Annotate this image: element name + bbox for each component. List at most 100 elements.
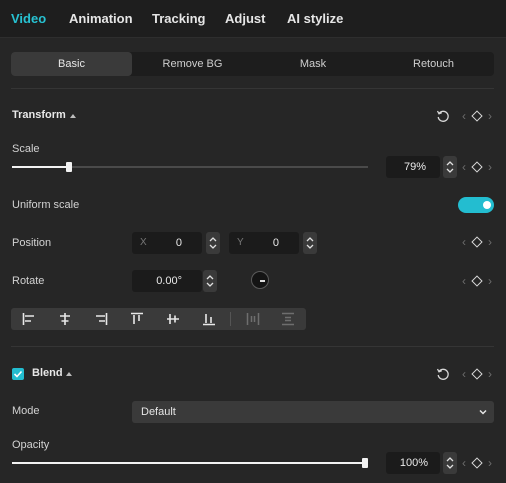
keyframe-icon[interactable] [471,275,483,287]
align-center-v-icon [167,314,179,324]
rotate-field[interactable]: 0.00° [132,270,202,292]
check-icon [13,370,23,378]
align-center-v-button[interactable] [155,308,191,330]
subtab-basic[interactable]: Basic [11,52,132,76]
mode-select[interactable]: Default [132,401,494,423]
tab-animation[interactable]: Animation [69,11,133,26]
distribute-h-button[interactable] [235,308,271,330]
position-x-field[interactable]: X 0 [132,232,202,254]
stepper-down-icon[interactable] [446,168,454,173]
y-axis-label: Y [237,237,244,248]
keyframe-control[interactable]: ‹ › [462,110,494,122]
dial-needle [260,280,265,282]
scale-slider-fill [12,166,69,168]
keyframe-control[interactable]: ‹ › [462,275,494,287]
keyframe-control[interactable]: ‹ › [462,236,494,248]
stepper-up-icon[interactable] [209,237,217,242]
keyframe-icon[interactable] [471,457,483,469]
subtab-remove-bg[interactable]: Remove BG [132,52,253,76]
stepper-down-icon[interactable] [206,282,214,287]
distribute-v-icon [282,312,294,326]
rotate-dial[interactable] [251,271,269,289]
reset-icon[interactable] [436,109,450,123]
reset-icon[interactable] [436,367,450,381]
toggle-knob [483,201,491,209]
stepper-down-icon[interactable] [446,464,454,469]
stepper-down-icon[interactable] [306,244,314,249]
mode-value: Default [141,406,176,418]
chevron-down-icon [479,409,487,415]
tab-video[interactable]: Video [11,11,46,26]
chevron-right-icon[interactable]: › [488,110,492,122]
align-right-icon [96,313,108,325]
chevron-left-icon[interactable]: ‹ [462,161,466,173]
opacity-stepper[interactable] [443,452,457,474]
keyframe-control[interactable]: ‹ › [462,161,494,173]
stepper-up-icon[interactable] [446,457,454,462]
stepper-up-icon[interactable] [306,237,314,242]
rotate-label: Rotate [12,275,45,287]
chevron-left-icon[interactable]: ‹ [462,457,466,469]
uniform-scale-toggle[interactable] [458,197,494,213]
uniform-scale-label: Uniform scale [12,199,80,211]
stepper-down-icon[interactable] [209,244,217,249]
transform-title: Transform [12,109,66,121]
align-left-button[interactable] [11,308,47,330]
chevron-left-icon[interactable]: ‹ [462,110,466,122]
chevron-right-icon[interactable]: › [488,368,492,380]
keyframe-icon[interactable] [471,110,483,122]
align-top-button[interactable] [119,308,155,330]
align-center-h-icon [60,313,70,325]
opacity-slider[interactable] [12,462,368,464]
position-y-stepper[interactable] [303,232,317,254]
align-bottom-icon [203,314,215,326]
scale-value-field[interactable]: 79% [386,156,440,178]
blend-checkbox[interactable] [12,368,24,380]
distribute-h-icon [246,313,260,325]
align-right-button[interactable] [83,308,119,330]
scale-stepper[interactable] [443,156,457,178]
align-bottom-button[interactable] [191,308,227,330]
tab-tracking[interactable]: Tracking [152,11,205,26]
scale-slider-thumb[interactable] [66,162,72,172]
collapse-caret-icon[interactable] [70,114,76,118]
rotate-stepper[interactable] [203,270,217,292]
keyframe-icon[interactable] [471,236,483,248]
align-center-h-button[interactable] [47,308,83,330]
position-y-field[interactable]: Y 0 [229,232,299,254]
align-top-icon [131,312,143,324]
chevron-right-icon[interactable]: › [488,275,492,287]
chevron-left-icon[interactable]: ‹ [462,275,466,287]
keyframe-control[interactable]: ‹ › [462,368,494,380]
keyframe-icon[interactable] [471,161,483,173]
scale-label: Scale [12,143,40,155]
stepper-up-icon[interactable] [206,275,214,280]
chevron-right-icon[interactable]: › [488,236,492,248]
opacity-value: 100% [399,457,428,469]
subtab-mask[interactable]: Mask [253,52,373,76]
subtab-retouch[interactable]: Retouch [373,52,494,76]
top-tab-bar: Video Animation Tracking Adjust AI styli… [0,0,506,38]
divider [11,346,494,347]
opacity-slider-thumb[interactable] [362,458,368,468]
distribute-v-button[interactable] [270,308,306,330]
rotate-value: 0.00° [156,275,182,287]
chevron-left-icon[interactable]: ‹ [462,236,466,248]
alignment-toolbar [11,308,306,330]
mode-label: Mode [12,405,40,417]
keyframe-icon[interactable] [471,368,483,380]
sub-tab-bar: Basic Remove BG Mask Retouch [11,52,494,76]
stepper-up-icon[interactable] [446,161,454,166]
chevron-right-icon[interactable]: › [488,457,492,469]
keyframe-control[interactable]: ‹ › [462,457,494,469]
toolbar-separator [230,312,231,326]
chevron-right-icon[interactable]: › [488,161,492,173]
chevron-left-icon[interactable]: ‹ [462,368,466,380]
opacity-value-field[interactable]: 100% [386,452,440,474]
align-left-icon [22,313,34,325]
collapse-caret-icon[interactable] [66,372,72,376]
position-x-stepper[interactable] [206,232,220,254]
opacity-label: Opacity [12,439,50,451]
tab-adjust[interactable]: Adjust [225,11,265,26]
tab-ai-stylize[interactable]: AI stylize [287,11,343,26]
